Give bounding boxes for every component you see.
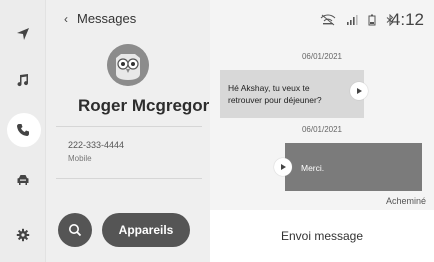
play-message-button[interactable] (274, 158, 292, 176)
divider (56, 126, 202, 127)
contact-avatar (107, 44, 149, 86)
nav-item-navigation[interactable] (0, 14, 46, 54)
incoming-message-bubble[interactable]: Hé Akshay, tu veux te retrouver pour déj… (220, 70, 364, 118)
signal-strength-icon (347, 15, 358, 25)
message-text: retrouver pour déjeuner? (228, 95, 322, 105)
car-icon (17, 175, 29, 185)
no-signal-icon (320, 14, 336, 26)
nav-item-settings[interactable] (0, 215, 46, 255)
status-bar: 4:12 (210, 0, 434, 40)
phone-icon (17, 124, 29, 136)
nav-rail (0, 0, 46, 262)
contact-phone-number[interactable]: 222-333-4444 (68, 140, 124, 150)
settings-gear-icon (16, 228, 30, 242)
message-thread[interactable]: 06/01/2021 Hé Akshay, tu veux te retrouv… (210, 40, 434, 200)
back-label: Messages (77, 11, 137, 26)
back-button[interactable]: ‹ Messages (64, 11, 136, 26)
play-icon (281, 164, 286, 170)
messages-screen: ‹ Messages Roger Mcgregor 222-333-4444 M… (0, 0, 434, 262)
message-text: Hé Akshay, tu veux te (228, 83, 310, 93)
message-date: 06/01/2021 (301, 52, 343, 61)
message-date: 06/01/2021 (301, 125, 343, 134)
contact-name: Roger Mcgregor (78, 96, 210, 115)
nav-item-music[interactable] (0, 60, 46, 100)
music-note-icon (17, 74, 29, 87)
play-message-button[interactable] (350, 82, 368, 100)
owl-avatar-icon (107, 44, 149, 86)
outgoing-message-bubble[interactable]: Merci. (285, 143, 422, 191)
contact-phone-type: Mobile (68, 154, 92, 163)
divider (56, 178, 202, 179)
play-icon (357, 88, 362, 94)
message-text: Merci. (301, 163, 325, 173)
chevron-left-icon: ‹ (64, 11, 68, 26)
nav-item-vehicle[interactable] (0, 160, 46, 200)
search-button[interactable] (58, 213, 92, 247)
send-message-button[interactable]: Envoi message (210, 210, 434, 262)
delivery-status: Acheminé (385, 196, 426, 206)
search-icon (69, 224, 82, 237)
contact-panel: ‹ Messages Roger Mcgregor 222-333-4444 M… (46, 0, 210, 262)
nav-item-phone[interactable] (0, 110, 46, 150)
navigation-arrow-icon (17, 28, 29, 40)
battery-icon (368, 14, 376, 26)
clock: 4:12 (390, 10, 424, 29)
devices-button[interactable]: Appareils (102, 213, 190, 247)
